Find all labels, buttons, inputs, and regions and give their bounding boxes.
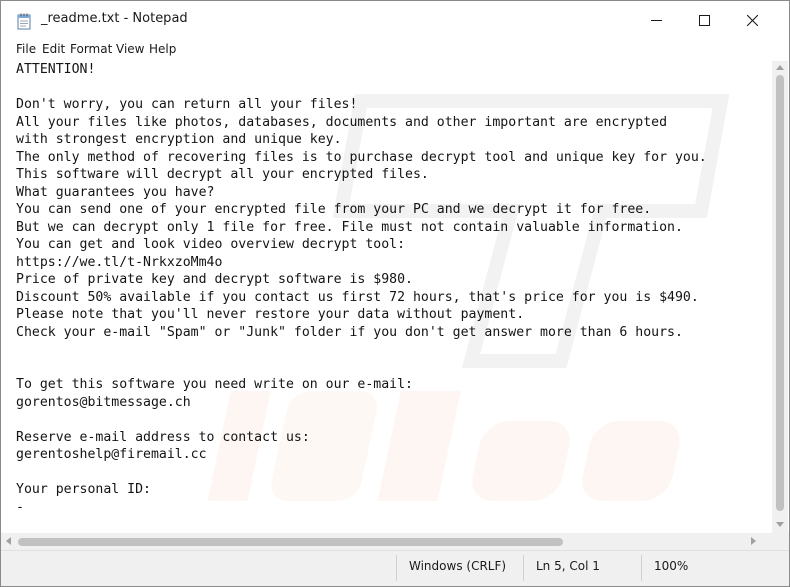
menu-edit[interactable]: Edit — [42, 42, 65, 56]
status-zoom: 100% — [654, 559, 689, 573]
text-editor[interactable]: ATTENTION! Don't worry, you can return a… — [1, 61, 772, 533]
vertical-scrollbar[interactable] — [772, 61, 788, 533]
status-encoding: Windows (CRLF) — [409, 559, 507, 573]
scroll-left-icon[interactable] — [6, 537, 11, 545]
menu-view[interactable]: View — [116, 42, 144, 56]
scroll-down-icon[interactable] — [776, 522, 784, 527]
status-separator — [396, 555, 397, 581]
notepad-window: _readme.txt - Notepad File Edit Format V… — [0, 0, 790, 587]
minimize-button[interactable] — [633, 1, 679, 39]
document-text: ATTENTION! Don't worry, you can return a… — [16, 62, 707, 515]
maximize-button[interactable] — [681, 1, 727, 39]
scroll-right-icon[interactable] — [751, 537, 756, 545]
menu-help[interactable]: Help — [149, 42, 176, 56]
maximize-icon — [698, 14, 710, 26]
scroll-corner — [772, 533, 789, 550]
vertical-scroll-thumb[interactable] — [776, 75, 784, 511]
status-bar: Windows (CRLF) Ln 5, Col 1 100% — [1, 550, 789, 586]
menu-format[interactable]: Format — [70, 42, 112, 56]
status-separator — [523, 555, 524, 581]
horizontal-scroll-thumb[interactable] — [18, 538, 563, 546]
status-position: Ln 5, Col 1 — [536, 559, 600, 573]
close-icon — [746, 14, 758, 26]
window-title: _readme.txt - Notepad — [41, 11, 188, 26]
horizontal-scrollbar[interactable] — [1, 533, 772, 550]
status-separator — [641, 555, 642, 581]
scroll-up-icon[interactable] — [776, 65, 784, 70]
title-bar[interactable]: _readme.txt - Notepad — [1, 1, 789, 39]
close-button[interactable] — [729, 1, 775, 39]
minimize-icon — [650, 19, 662, 21]
menu-bar: File Edit Format View Help — [1, 39, 789, 61]
menu-file[interactable]: File — [16, 42, 36, 56]
notepad-icon — [17, 13, 31, 30]
